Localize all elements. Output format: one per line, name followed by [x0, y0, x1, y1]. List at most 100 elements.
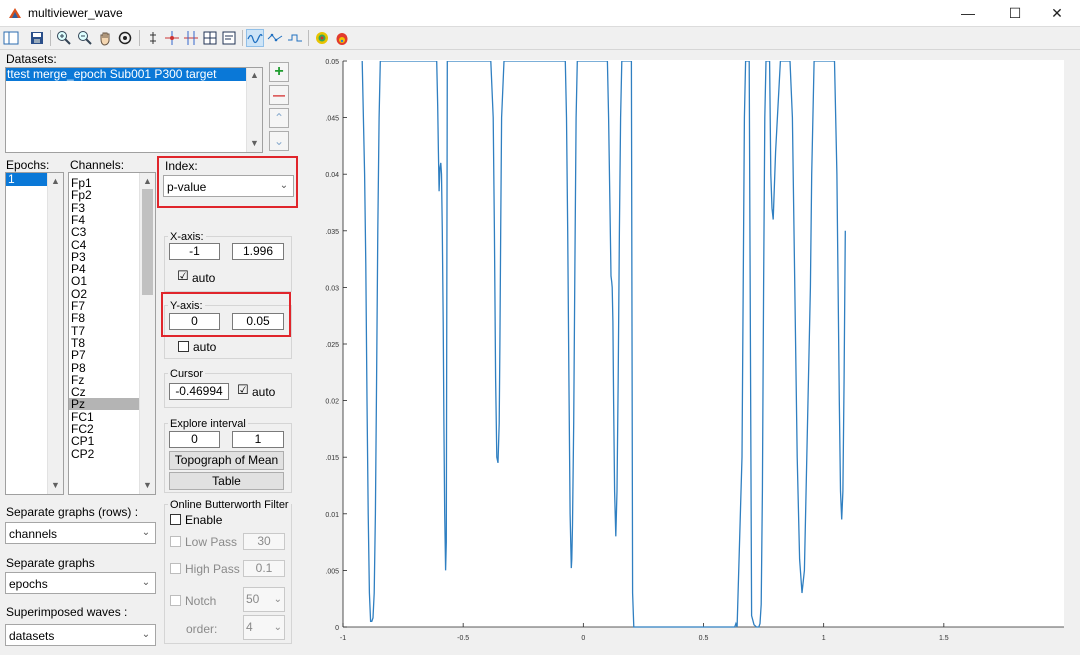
order-label: order:	[186, 622, 218, 636]
yaxis-max-field[interactable]: 0.05	[232, 313, 284, 330]
maximize-button[interactable]: ☐	[992, 0, 1038, 26]
topograph-mean-button[interactable]: Topograph of Mean	[169, 451, 284, 470]
yaxis-min-field[interactable]: 0	[169, 313, 220, 330]
channel-item[interactable]: Fp1	[69, 177, 142, 189]
add-dataset-button[interactable]: +	[269, 62, 289, 82]
channel-item[interactable]: P7	[69, 349, 142, 361]
cursor-auto-checkbox[interactable]: ☑	[237, 383, 249, 396]
channel-item[interactable]: P8	[69, 362, 142, 374]
wave-step-icon[interactable]	[286, 29, 304, 47]
zoom-in-icon[interactable]	[55, 29, 73, 47]
channels-list[interactable]: Fp1 Fp2 F3 F4 C3 C4 P3 P4 O1 O2 F7 F8 T7 T8 P7 P8 Fz Cz Pz…	[68, 172, 156, 495]
y-tick-label: 0.01	[325, 512, 339, 519]
epoch-item[interactable]: 1	[6, 173, 50, 186]
channel-item[interactable]: FC2	[69, 423, 142, 435]
scroll-up-icon[interactable]: ▲	[48, 176, 63, 186]
datasets-scrollbar[interactable]: ▲ ▼	[246, 68, 262, 152]
order-dropdown[interactable]: 4 ⌄	[243, 615, 285, 640]
layout-icon[interactable]	[2, 29, 20, 47]
zoom-out-icon[interactable]	[76, 29, 94, 47]
channels-scrollbar[interactable]: ▲ ▼	[139, 173, 155, 494]
channel-item[interactable]: C4	[69, 239, 142, 251]
move-up-button[interactable]: ⌃	[269, 108, 289, 128]
scroll-down-icon[interactable]: ▼	[247, 138, 262, 148]
xaxis-auto-label: auto	[192, 271, 216, 285]
dataset-item[interactable]: ttest merge_epoch Sub001 P300 target	[6, 68, 248, 81]
channel-item[interactable]: C3	[69, 226, 142, 238]
channel-icon[interactable]	[163, 29, 181, 47]
datasets-list[interactable]: ttest merge_epoch Sub001 P300 target ▲ ▼	[5, 67, 263, 153]
remove-dataset-button[interactable]: —	[269, 85, 289, 105]
cursor-field[interactable]: -0.46994	[169, 383, 229, 400]
matlab-icon	[9, 8, 21, 18]
highpass-field[interactable]: 0.1	[243, 560, 285, 577]
y-tick-label: 0.03	[325, 285, 339, 292]
scroll-down-icon[interactable]: ▼	[140, 480, 155, 490]
channel-item[interactable]: FC1	[69, 411, 142, 423]
separate-graphs-dropdown[interactable]: epochs ⌄	[5, 572, 156, 594]
wave-series-line	[361, 61, 846, 628]
channel-item[interactable]: P4	[69, 263, 142, 275]
grid-icon[interactable]	[201, 29, 219, 47]
channel-item[interactable]: T7	[69, 325, 142, 337]
channel-select-icon[interactable]	[182, 29, 200, 47]
channel-item[interactable]: P3	[69, 251, 142, 263]
explore-end-field[interactable]: 1	[232, 431, 284, 448]
channel-item[interactable]: O2	[69, 288, 142, 300]
chevron-down-icon: ⌄	[273, 594, 282, 605]
scroll-thumb[interactable]	[142, 189, 153, 295]
chevron-down-icon: ⌄	[141, 577, 151, 588]
explore-start-field[interactable]: 0	[169, 431, 220, 448]
lowpass-checkbox[interactable]	[170, 536, 181, 547]
channel-item[interactable]: Fz	[69, 374, 142, 386]
separate-rows-dropdown[interactable]: channels ⌄	[5, 522, 156, 544]
channel-item[interactable]: O1	[69, 275, 142, 287]
separate-graphs-value: epochs	[9, 577, 48, 591]
channel-item[interactable]: F3	[69, 202, 142, 214]
cursor-auto-label: auto	[252, 385, 276, 399]
topography-icon[interactable]	[313, 29, 331, 47]
cursor-icon[interactable]	[144, 29, 162, 47]
scroll-up-icon[interactable]: ▲	[247, 70, 262, 80]
superimposed-dropdown[interactable]: datasets ⌄	[5, 624, 156, 646]
notch-checkbox[interactable]	[170, 595, 181, 606]
headmap-icon[interactable]	[333, 29, 351, 47]
yaxis-auto-checkbox[interactable]	[178, 341, 189, 352]
channel-item[interactable]: Pz	[69, 398, 142, 411]
pan-icon[interactable]	[96, 29, 114, 47]
channel-item[interactable]: T8	[69, 337, 142, 349]
minimize-button[interactable]: —	[945, 0, 991, 26]
xaxis-min-field[interactable]: -1	[169, 243, 220, 260]
scroll-up-icon[interactable]: ▲	[140, 176, 155, 186]
channel-item[interactable]: CP2	[69, 448, 142, 460]
xaxis-auto-checkbox[interactable]: ☑	[177, 269, 189, 282]
table-icon[interactable]	[220, 29, 238, 47]
channel-item[interactable]: F4	[69, 214, 142, 226]
filter-enable-checkbox[interactable]	[170, 514, 181, 525]
channel-item[interactable]: Fp2	[69, 189, 142, 201]
table-button[interactable]: Table	[169, 472, 284, 490]
channel-item[interactable]: CP1	[69, 435, 142, 447]
notch-dropdown[interactable]: 50 ⌄	[243, 587, 285, 612]
channel-item[interactable]: F8	[69, 312, 142, 324]
highpass-checkbox[interactable]	[170, 563, 181, 574]
save-icon[interactable]	[28, 29, 46, 47]
x-tick-label: 0.5	[699, 635, 709, 642]
chevron-down-icon: ⌄	[141, 629, 151, 640]
epochs-list[interactable]: 1 ▲ ▼	[5, 172, 64, 495]
lowpass-field[interactable]: 30	[243, 533, 285, 550]
wave-chart[interactable]: 0 .005 0.01 .015 0.02 .025 0.03 .035 0.04 .045 0.0…	[300, 50, 1075, 650]
channel-item[interactable]: F7	[69, 300, 142, 312]
move-down-button[interactable]: ⌄	[269, 131, 289, 151]
wave-dots-icon[interactable]	[266, 29, 284, 47]
wave-icon[interactable]	[246, 29, 264, 47]
epochs-label: Epochs:	[6, 158, 50, 172]
scroll-down-icon[interactable]: ▼	[48, 480, 63, 490]
epochs-scrollbar[interactable]: ▲ ▼	[47, 173, 63, 494]
channel-item[interactable]: Cz	[69, 386, 142, 398]
rotate-icon[interactable]	[116, 29, 134, 47]
xaxis-max-field[interactable]: 1.996	[232, 243, 284, 260]
close-button[interactable]: ✕	[1034, 0, 1080, 26]
index-dropdown[interactable]: p-value ⌄	[163, 175, 294, 197]
superimposed-value: datasets	[9, 629, 55, 643]
